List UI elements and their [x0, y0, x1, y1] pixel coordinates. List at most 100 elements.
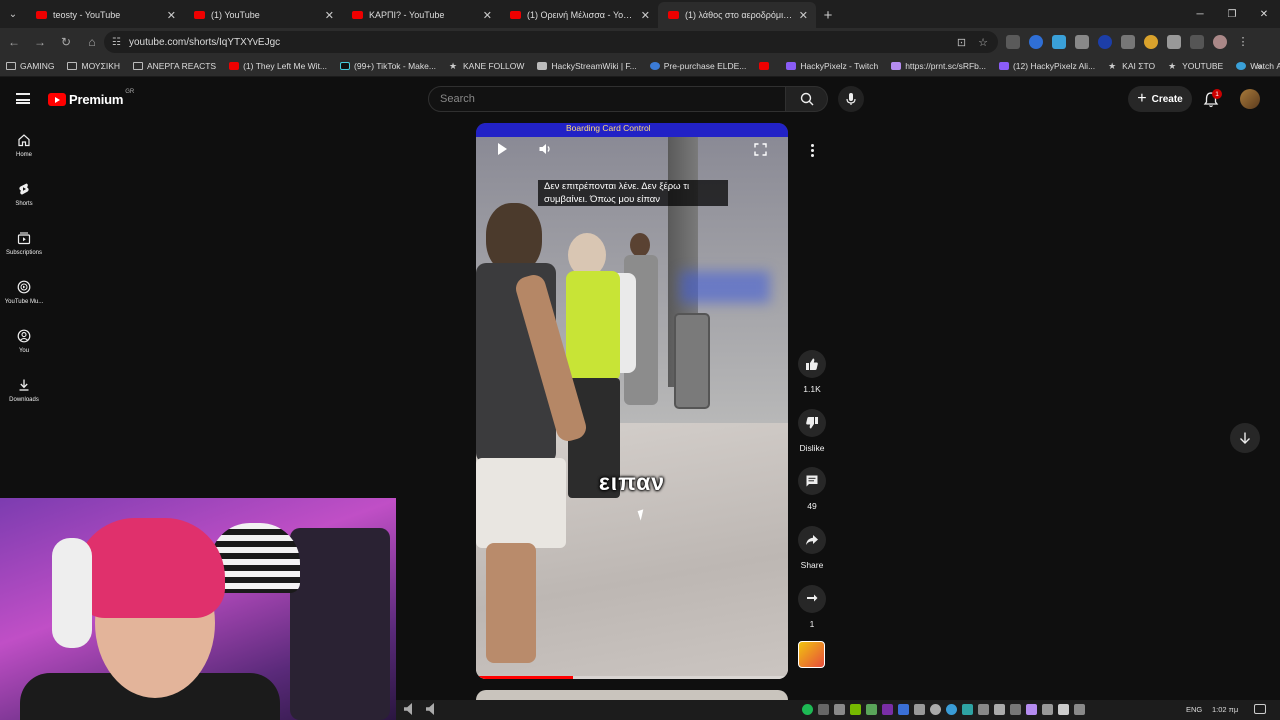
taskbar-clock[interactable]: 1:02 πμ — [1212, 705, 1238, 714]
search-button[interactable] — [786, 86, 828, 112]
tray-icon[interactable] — [898, 704, 909, 715]
close-tab-icon[interactable]: ✕ — [325, 9, 334, 22]
site-info-icon[interactable]: ☷ — [112, 37, 121, 48]
bookmark-link[interactable]: ★ ΚΑΙ ΣΤΟ — [1108, 61, 1155, 71]
close-tab-icon[interactable]: ✕ — [483, 9, 492, 22]
search-input[interactable] — [440, 93, 785, 105]
browser-tab[interactable]: ΚΑΡΠΙ? - YouTube ✕ — [342, 2, 500, 28]
like-button[interactable]: 1.1K — [790, 350, 834, 394]
guide-menu-icon[interactable] — [16, 93, 30, 104]
browser-tab[interactable]: (1) Ορεινή Μέλισσα - YouTube ✕ — [500, 2, 658, 28]
tray-icon[interactable] — [914, 704, 925, 715]
extension-icon[interactable] — [1098, 35, 1112, 49]
new-tab-button[interactable]: + — [816, 2, 840, 28]
account-avatar[interactable] — [1240, 89, 1260, 109]
minimize-icon[interactable]: ─ — [1184, 0, 1216, 28]
bookmark-folder[interactable]: ΑΝΕΡΓΑ REACTS — [133, 61, 216, 71]
sidebar-item-home[interactable]: Home — [0, 121, 48, 170]
browser-menu-icon[interactable]: ⋮ — [1236, 35, 1250, 49]
create-button[interactable]: + Create — [1128, 86, 1192, 112]
close-window-icon[interactable]: ✕ — [1248, 0, 1280, 28]
share-button[interactable]: Share — [790, 526, 834, 570]
input-language[interactable]: ENG — [1186, 705, 1202, 714]
browser-tab[interactable]: teosty - YouTube ✕ — [26, 2, 184, 28]
profile-avatar-icon[interactable] — [1213, 35, 1227, 49]
tray-icon[interactable] — [930, 704, 941, 715]
usb-tray-icon[interactable] — [1058, 704, 1069, 715]
tray-icon[interactable] — [818, 704, 829, 715]
tray-icon[interactable] — [882, 704, 893, 715]
bookmark-link[interactable]: Pre-purchase ELDE... — [649, 61, 746, 71]
speaker-icon[interactable] — [404, 703, 412, 715]
bookmark-link[interactable] — [759, 62, 773, 70]
voice-search-button[interactable] — [838, 86, 864, 112]
close-tab-icon[interactable]: ✕ — [167, 9, 176, 22]
play-icon[interactable] — [498, 143, 507, 155]
tray-icon[interactable] — [1010, 704, 1021, 715]
tray-icon[interactable] — [1026, 704, 1037, 715]
tray-icon[interactable] — [946, 704, 957, 715]
bookmark-link[interactable]: (12) HackyPixelz Ali... — [998, 61, 1095, 71]
sidebar-item-youtube-music[interactable]: YouTube Mu... — [0, 268, 48, 317]
tray-icon[interactable] — [866, 704, 877, 715]
notification-center-icon[interactable] — [1254, 704, 1266, 714]
sound-channel-thumbnail[interactable] — [798, 641, 825, 668]
bookmark-link[interactable]: https://prnt.sc/sRFb... — [891, 61, 986, 71]
extension-icon[interactable] — [1052, 35, 1066, 49]
home-browser-icon[interactable]: ⌂ — [80, 30, 104, 54]
video-progress-bar[interactable] — [476, 676, 788, 679]
tab-search-chevron-icon[interactable]: ⌄ — [0, 0, 26, 28]
bookmark-link[interactable]: HackyStreamWiki | F... — [537, 61, 637, 71]
globe-icon — [1236, 62, 1247, 70]
sidebar-item-you[interactable]: You — [0, 317, 48, 366]
fullscreen-icon[interactable] — [754, 143, 767, 156]
close-tab-icon[interactable]: ✕ — [641, 9, 650, 22]
more-actions-button[interactable] — [800, 138, 824, 162]
bookmark-link[interactable]: (1) They Left Me Wit... — [229, 61, 327, 71]
shorts-video-player[interactable]: Boarding Card Control Δεν επιτρέπονται λ… — [476, 123, 788, 679]
tray-icon[interactable] — [962, 704, 973, 715]
youtube-premium-logo[interactable]: Premium GR — [48, 89, 134, 107]
media-control-icon[interactable] — [1190, 35, 1204, 49]
tray-icon[interactable] — [978, 704, 989, 715]
browser-tab[interactable]: (1) YouTube ✕ — [184, 2, 342, 28]
install-app-icon[interactable]: ⊡ — [957, 36, 966, 49]
extension-icon[interactable] — [1121, 35, 1135, 49]
bookmark-folder[interactable]: GAMING — [6, 61, 54, 71]
volume-icon[interactable] — [538, 142, 552, 156]
remix-button[interactable]: 1 — [790, 585, 834, 629]
bookmark-star-icon[interactable]: ☆ — [978, 36, 988, 49]
sidebar-item-downloads[interactable]: Downloads — [0, 366, 48, 415]
next-short-button[interactable] — [1230, 423, 1260, 453]
extension-icon[interactable] — [1006, 35, 1020, 49]
sun-extension-icon[interactable] — [1144, 35, 1158, 49]
tray-icon[interactable] — [834, 704, 845, 715]
microphone-tray-icon[interactable] — [1042, 704, 1053, 715]
reload-icon[interactable]: ↻ — [54, 30, 78, 54]
video-man — [476, 203, 589, 673]
puzzle-extensions-icon[interactable] — [1167, 35, 1181, 49]
browser-tab-active[interactable]: (1) λάθος στο αεροδρόμιο - YouTube ✕ — [658, 2, 816, 28]
spotify-tray-icon[interactable] — [802, 704, 813, 715]
address-bar[interactable]: ☷ youtube.com/shorts/IqYTXYvEJgc ⊡ ☆ — [104, 31, 998, 53]
sidebar-item-shorts[interactable]: Shorts — [0, 170, 48, 219]
speaker-icon[interactable] — [426, 703, 434, 715]
network-tray-icon[interactable] — [1074, 704, 1085, 715]
shield-extension-icon[interactable] — [1075, 35, 1089, 49]
bookmark-folder[interactable]: ΜΟΥΣΙΚΗ — [67, 61, 120, 71]
comments-button[interactable]: 49 — [790, 467, 834, 511]
nvidia-tray-icon[interactable] — [850, 704, 861, 715]
bookmark-link[interactable]: (99+) TikTok - Make... — [340, 61, 436, 71]
bookmark-link[interactable]: ★ YOUTUBE — [1168, 61, 1223, 71]
close-tab-icon[interactable]: ✕ — [799, 9, 808, 22]
restore-icon[interactable]: ❐ — [1216, 0, 1248, 28]
bookmark-link[interactable]: HackyPixelz - Twitch — [786, 61, 878, 71]
more-bookmarks-icon[interactable]: » — [1256, 61, 1262, 72]
back-arrow-icon[interactable]: ← — [2, 30, 26, 54]
extension-icon[interactable] — [1029, 35, 1043, 49]
bookmark-link[interactable]: ★ KANE FOLLOW — [449, 61, 524, 71]
dislike-button[interactable]: Dislike — [790, 409, 834, 453]
volume-tray-icon[interactable] — [994, 704, 1005, 715]
sidebar-item-subscriptions[interactable]: Subscriptions — [0, 219, 48, 268]
forward-arrow-icon[interactable]: → — [28, 30, 52, 54]
